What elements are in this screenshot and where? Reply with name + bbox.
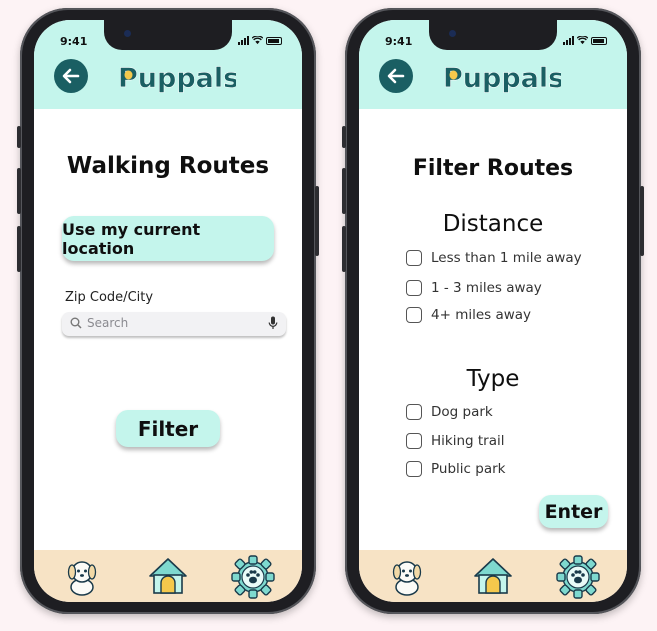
zip-code-label: Zip Code/City: [65, 290, 154, 305]
house-icon[interactable]: [471, 554, 515, 598]
checkbox-hiking-trail[interactable]: Hiking trail: [406, 433, 505, 449]
checkbox[interactable]: [406, 404, 422, 420]
wifi-icon: [252, 36, 263, 45]
checkbox[interactable]: [406, 307, 422, 323]
status-icons: [563, 36, 607, 45]
filter-button[interactable]: Filter: [116, 410, 220, 447]
phone-frame-right: 9:41 Puppals Filter Routes Distance Less…: [342, 8, 644, 614]
checkbox-less-than-1-mile[interactable]: Less than 1 mile away: [406, 250, 582, 266]
checkbox[interactable]: [406, 433, 422, 449]
checkbox[interactable]: [406, 461, 422, 477]
enter-button[interactable]: Enter: [539, 495, 608, 528]
camera-icon: [124, 30, 131, 37]
battery-icon: [266, 37, 282, 45]
bottom-nav: [34, 550, 302, 602]
settings-paw-icon[interactable]: [230, 554, 276, 600]
battery-icon: [591, 37, 607, 45]
power-button: [315, 186, 319, 256]
signal-icon: [238, 36, 249, 45]
puppals-logo: Puppals: [118, 63, 236, 95]
page-title: Walking Routes: [66, 153, 270, 179]
checkbox-label: Public park: [431, 461, 506, 477]
status-time: 9:41: [60, 35, 88, 48]
microphone-icon[interactable]: [268, 316, 278, 330]
phone-frame-left: 9:41 Puppals Walking Routes Use my curre…: [17, 8, 319, 614]
type-heading: Type: [466, 366, 520, 392]
notch: [104, 20, 232, 50]
search-icon: [70, 317, 82, 329]
checkbox-1-3-miles[interactable]: 1 - 3 miles away: [406, 280, 542, 296]
checkbox-label: Hiking trail: [431, 433, 505, 449]
checkbox-label: Dog park: [431, 404, 493, 420]
house-icon[interactable]: [146, 554, 190, 598]
screen-filter-routes: 9:41 Puppals Filter Routes Distance Less…: [359, 20, 627, 602]
arrow-left-icon: [387, 68, 405, 84]
search-input[interactable]: Search: [62, 312, 286, 336]
checkbox-label: Less than 1 mile away: [431, 250, 582, 266]
logo-text: Puppals: [443, 63, 561, 94]
screen-walking-routes: 9:41 Puppals Walking Routes Use my curre…: [34, 20, 302, 602]
checkbox-label: 4+ miles away: [431, 307, 532, 323]
volume-down-button: [342, 226, 346, 272]
puppals-logo: Puppals: [443, 63, 561, 95]
power-button: [640, 186, 644, 256]
dog-icon[interactable]: [60, 554, 104, 598]
use-current-location-button[interactable]: Use my current location: [62, 216, 274, 261]
notch: [429, 20, 557, 50]
status-time: 9:41: [385, 35, 413, 48]
dog-icon[interactable]: [385, 554, 429, 598]
page-title: Filter Routes: [412, 156, 574, 181]
checkbox-4-plus-miles[interactable]: 4+ miles away: [406, 307, 531, 323]
mute-switch: [17, 126, 21, 148]
camera-icon: [449, 30, 456, 37]
arrow-left-icon: [62, 68, 80, 84]
wifi-icon: [577, 36, 588, 45]
search-placeholder: Search: [87, 316, 129, 330]
signal-icon: [563, 36, 574, 45]
back-button[interactable]: [54, 59, 88, 93]
distance-heading: Distance: [442, 211, 544, 237]
mute-switch: [342, 126, 346, 148]
status-icons: [238, 36, 282, 45]
checkbox[interactable]: [406, 250, 422, 266]
logo-text: Puppals: [118, 63, 236, 94]
checkbox[interactable]: [406, 280, 422, 296]
checkbox-dog-park[interactable]: Dog park: [406, 404, 493, 420]
volume-up-button: [342, 168, 346, 214]
volume-up-button: [17, 168, 21, 214]
checkbox-public-park[interactable]: Public park: [406, 461, 505, 477]
bottom-nav: [359, 550, 627, 602]
volume-down-button: [17, 226, 21, 272]
back-button[interactable]: [379, 59, 413, 93]
checkbox-label: 1 - 3 miles away: [431, 280, 542, 296]
settings-paw-icon[interactable]: [555, 554, 601, 600]
